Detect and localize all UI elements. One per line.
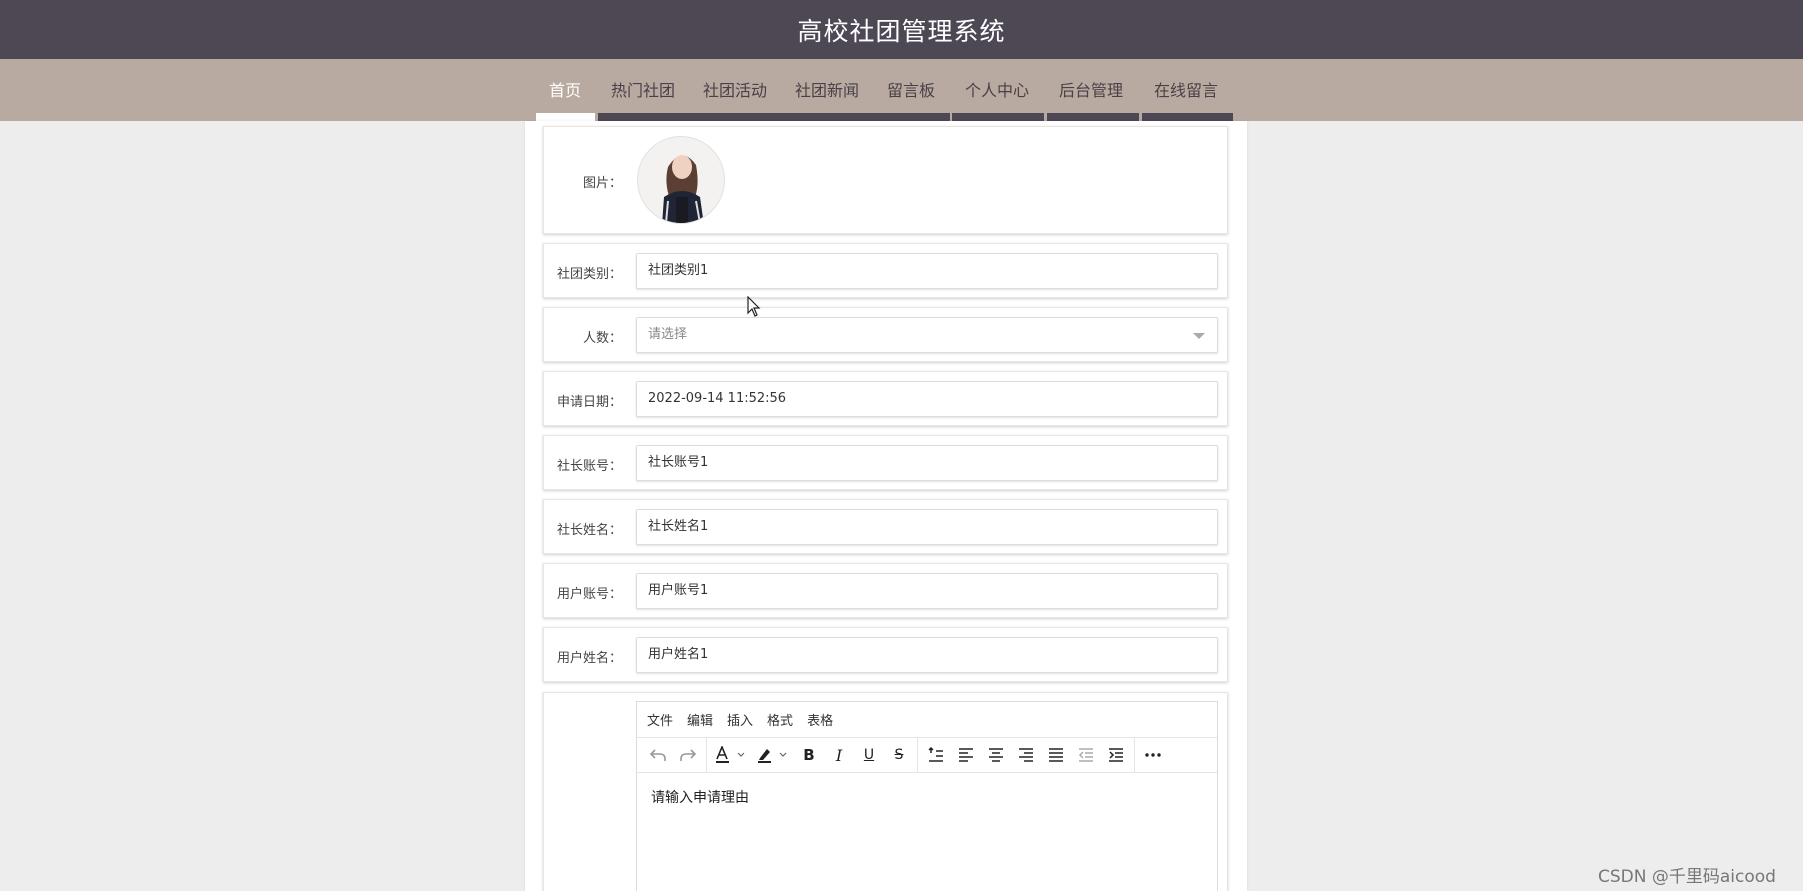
site-title: 高校社团管理系统 (797, 16, 1006, 46)
menu-file[interactable]: 文件 (647, 710, 673, 729)
line-height-icon[interactable] (921, 740, 951, 770)
editor-content[interactable]: 请输入申请理由 (637, 773, 1217, 821)
toolbar-divider (917, 738, 918, 772)
avatar-photo[interactable] (637, 136, 725, 224)
editor-toolbar: B I U S (637, 738, 1217, 773)
nav-item-message-board[interactable]: 留言板 (887, 77, 935, 101)
align-right-icon[interactable] (1011, 740, 1041, 770)
user-account-row: 用户账号： 用户账号1 (543, 563, 1228, 618)
nav-item-home[interactable]: 首页 (549, 77, 581, 101)
category-row: 社团类别： 社团类别1 (543, 243, 1228, 298)
reason-editor-row: 文件 编辑 插入 格式 表格 B I U S 请输入申请理由 (543, 692, 1228, 891)
nav-item-club-activities[interactable]: 社团活动 (703, 77, 767, 101)
undo-icon[interactable] (643, 740, 673, 770)
nav-item-hot-clubs[interactable]: 热门社团 (611, 77, 675, 101)
category-input[interactable]: 社团类别1 (636, 253, 1218, 289)
menu-edit[interactable]: 编辑 (687, 710, 713, 729)
image-row: 图片： (543, 126, 1228, 234)
top-header: 高校社团管理系统 (0, 0, 1803, 59)
menu-table[interactable]: 表格 (807, 710, 833, 729)
nav-underline (1047, 113, 1139, 121)
text-color-icon[interactable] (710, 740, 752, 770)
toolbar-divider (706, 738, 707, 772)
redo-icon[interactable] (673, 740, 703, 770)
mouse-cursor-icon (747, 295, 761, 322)
apply-date-row: 申请日期： 2022-09-14 11:52:56 (543, 371, 1228, 426)
user-name-label: 用户姓名： (556, 651, 622, 666)
nav-item-personal-center[interactable]: 个人中心 (965, 77, 1029, 101)
indent-icon[interactable] (1101, 740, 1131, 770)
members-placeholder: 请选择 (648, 327, 688, 342)
category-label: 社团类别： (556, 267, 622, 282)
leader-name-input[interactable]: 社长姓名1 (636, 509, 1218, 545)
leader-account-row: 社长账号： 社长账号1 (543, 435, 1228, 490)
nav-item-admin[interactable]: 后台管理 (1059, 77, 1123, 101)
align-left-icon[interactable] (951, 740, 981, 770)
user-account-input[interactable]: 用户账号1 (636, 573, 1218, 609)
align-justify-icon[interactable] (1041, 740, 1071, 770)
editor-menubar: 文件 编辑 插入 格式 表格 (637, 702, 1217, 738)
italic-icon[interactable]: I (824, 740, 854, 770)
bold-icon[interactable]: B (794, 740, 824, 770)
underline-icon[interactable]: U (854, 740, 884, 770)
leader-account-label: 社长账号： (556, 459, 622, 474)
apply-date-input[interactable]: 2022-09-14 11:52:56 (636, 381, 1218, 417)
leader-name-label: 社长姓名： (556, 523, 622, 538)
nav-underline (952, 113, 1044, 121)
user-name-input[interactable]: 用户姓名1 (636, 637, 1218, 673)
menu-format[interactable]: 格式 (767, 710, 793, 729)
chevron-down-icon (1193, 333, 1205, 339)
members-row: 人数： 请选择 (543, 307, 1228, 362)
rich-text-editor: 文件 编辑 插入 格式 表格 B I U S 请输入申请理由 (636, 701, 1218, 891)
watermark: CSDN @千里码aicood (1598, 867, 1776, 887)
more-icon[interactable] (1138, 740, 1168, 770)
nav-item-online-message[interactable]: 在线留言 (1154, 77, 1218, 101)
strikethrough-icon[interactable]: S (884, 740, 914, 770)
leader-name-row: 社长姓名： 社长姓名1 (543, 499, 1228, 554)
user-account-label: 用户账号： (556, 587, 622, 602)
align-center-icon[interactable] (981, 740, 1011, 770)
nav-item-club-news[interactable]: 社团新闻 (795, 77, 859, 101)
toolbar-divider (1134, 738, 1135, 772)
members-select[interactable]: 请选择 (636, 317, 1218, 353)
highlight-icon[interactable] (752, 740, 794, 770)
nav-underline (598, 113, 950, 121)
main-nav: 首页 热门社团 社团活动 社团新闻 留言板 个人中心 后台管理 在线留言 (0, 59, 1803, 121)
image-label: 图片： (582, 176, 622, 191)
leader-account-input[interactable]: 社长账号1 (636, 445, 1218, 481)
user-name-row: 用户姓名： 用户姓名1 (543, 627, 1228, 682)
nav-underline (1142, 113, 1233, 121)
nav-active-indicator (536, 113, 595, 121)
members-label: 人数： (582, 331, 622, 346)
apply-date-label: 申请日期： (556, 395, 622, 410)
outdent-icon[interactable] (1071, 740, 1101, 770)
menu-insert[interactable]: 插入 (727, 710, 753, 729)
